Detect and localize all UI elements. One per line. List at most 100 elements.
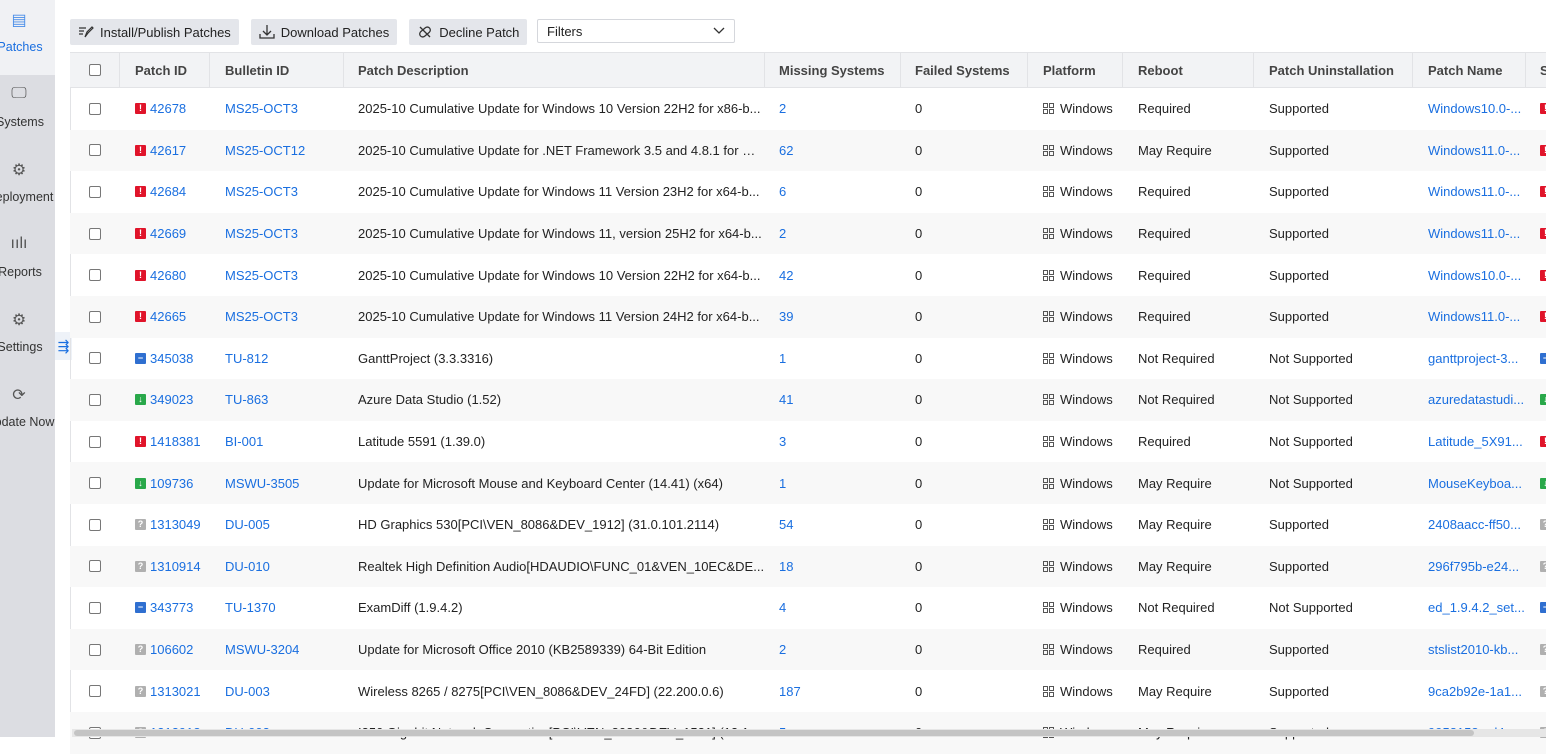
table-row[interactable]: −345038 TU-812 GanttProject (3.3.3316) 1 0 Wi…: [70, 338, 1546, 380]
patch-id-link[interactable]: 42669: [150, 226, 186, 241]
sidebar-item-deployment[interactable]: ⚙ Deployment: [0, 150, 55, 225]
bulletin-id-link[interactable]: MS25-OCT3: [225, 268, 298, 283]
missing-systems-link[interactable]: 62: [779, 143, 793, 158]
table-row[interactable]: ! 42617 MS25-OCT12 2025-10 Cumulative Updat…: [70, 129, 1546, 172]
column-header[interactable]: Bulletin ID: [210, 53, 344, 87]
bulletin-id-link[interactable]: MSWU-3505: [225, 476, 299, 491]
patch-name-link[interactable]: Windows10.0-...: [1428, 268, 1521, 283]
patch-name-link[interactable]: Windows10.0-...: [1428, 101, 1521, 116]
table-row[interactable]: ? 1313049 DU-005 HD Graphics 530[PCI\VEN_80…: [70, 504, 1546, 546]
sidebar-item-patches[interactable]: ▤ Patches: [0, 0, 55, 75]
row-checkbox[interactable]: [89, 185, 101, 198]
patch-id-link[interactable]: 42617: [150, 143, 186, 158]
install-publish-button[interactable]: Install/Publish Patches: [70, 19, 239, 45]
horizontal-scrollbar[interactable]: [72, 729, 1546, 737]
bulletin-id-link[interactable]: MS25-OCT3: [225, 309, 298, 324]
patch-id-link[interactable]: 1418381: [150, 434, 201, 449]
bulletin-id-link[interactable]: TU-863: [225, 392, 268, 407]
table-row[interactable]: ! 42665 MS25-OCT3 2025-10 Cumulative Update…: [70, 295, 1546, 338]
column-header[interactable]: Platform: [1028, 53, 1123, 87]
missing-systems-link[interactable]: 6: [779, 184, 786, 199]
missing-systems-link[interactable]: 54: [779, 517, 793, 532]
missing-systems-link[interactable]: 187: [779, 684, 801, 699]
missing-systems-link[interactable]: 1: [779, 476, 786, 491]
bulletin-id-link[interactable]: TU-1370: [225, 600, 276, 615]
patch-name-link[interactable]: 9ca2b92e-1a1...: [1428, 684, 1522, 699]
table-row[interactable]: ? 1313021 DU-003 Wireless 8265 / 8275[PCI\V…: [70, 670, 1546, 712]
missing-systems-link[interactable]: 18: [779, 559, 793, 574]
sidebar-item-update-now[interactable]: ⟳ Update Now: [0, 375, 55, 450]
patch-id-link[interactable]: 109736: [150, 476, 193, 491]
bulletin-id-link[interactable]: TU-812: [225, 351, 268, 366]
missing-systems-link[interactable]: 41: [779, 392, 793, 407]
column-header[interactable]: Reboot: [1123, 53, 1254, 87]
column-header[interactable]: Failed Systems: [901, 53, 1028, 87]
row-checkbox[interactable]: [89, 269, 101, 282]
row-checkbox[interactable]: [89, 518, 101, 531]
patch-id-link[interactable]: 106602: [150, 642, 193, 657]
table-row[interactable]: ! 42669 MS25-OCT3 2025-10 Cumulative Update…: [70, 212, 1546, 255]
patch-id-link[interactable]: 42680: [150, 268, 186, 283]
bulletin-id-link[interactable]: MS25-OCT3: [225, 226, 298, 241]
table-row[interactable]: ? 106602 MSWU-3204 Update for Microsoft Off…: [70, 628, 1546, 671]
patch-name-link[interactable]: Latitude_5X91...: [1428, 434, 1523, 449]
patch-name-link[interactable]: Windows11.0-...: [1428, 143, 1520, 158]
sidebar-item-systems[interactable]: 🖵 Systems: [0, 75, 55, 150]
table-row[interactable]: ! 42680 MS25-OCT3 2025-10 Cumulative Update…: [70, 254, 1546, 296]
decline-patch-button[interactable]: Decline Patch: [409, 19, 528, 45]
missing-systems-link[interactable]: 2: [779, 226, 786, 241]
column-header[interactable]: S: [1526, 53, 1546, 87]
bulletin-id-link[interactable]: MS25-OCT12: [225, 143, 305, 158]
table-row[interactable]: −343773 TU-1370 ExamDiff (1.9.4.2) 4 0 Window…: [70, 587, 1546, 629]
download-patches-button[interactable]: Download Patches: [250, 19, 398, 45]
patch-id-link[interactable]: 1313049: [150, 517, 201, 532]
column-header[interactable]: Patch Name: [1413, 53, 1526, 87]
bulletin-id-link[interactable]: MS25-OCT3: [225, 101, 298, 116]
table-row[interactable]: ? 1310914 DU-010 Realtek High Definition Au…: [70, 545, 1546, 588]
table-row[interactable]: ↓ 349023 TU-863 Azure Data Studio (1.52) 41 0…: [70, 379, 1546, 421]
bulletin-id-link[interactable]: DU-003: [225, 684, 270, 699]
patch-id-link[interactable]: 1313021: [150, 684, 201, 699]
missing-systems-link[interactable]: 2: [779, 101, 786, 116]
patch-id-link[interactable]: 345038: [150, 351, 193, 366]
row-checkbox[interactable]: [89, 560, 101, 573]
patch-name-link[interactable]: Windows11.0-...: [1428, 184, 1520, 199]
missing-systems-link[interactable]: 39: [779, 309, 793, 324]
patch-id-link[interactable]: 349023: [150, 392, 193, 407]
missing-systems-link[interactable]: 42: [779, 268, 793, 283]
patch-name-link[interactable]: 2408aacc-ff50...: [1428, 517, 1521, 532]
bulletin-id-link[interactable]: BI-001: [225, 434, 263, 449]
scrollbar-thumb[interactable]: [74, 730, 1474, 736]
patch-name-link[interactable]: 296f795b-e24...: [1428, 559, 1519, 574]
table-row[interactable]: ! 42678 MS25-OCT3 2025-10 Cumulative Update…: [70, 88, 1546, 130]
column-header[interactable]: Patch ID: [120, 53, 210, 87]
row-checkbox[interactable]: [89, 352, 101, 365]
table-row[interactable]: ! 1418381 BI-001 Latitude 5591 (1.39.0) 3 0 Wi…: [70, 421, 1546, 463]
patch-name-link[interactable]: stslist2010-kb...: [1428, 642, 1518, 657]
patch-name-link[interactable]: ganttproject-3...: [1428, 351, 1518, 366]
patch-id-link[interactable]: 42665: [150, 309, 186, 324]
row-checkbox[interactable]: [89, 102, 101, 115]
patch-id-link[interactable]: 42678: [150, 101, 186, 116]
bulletin-id-link[interactable]: MS25-OCT3: [225, 184, 298, 199]
sidebar-item-reports[interactable]: ıılı Reports: [0, 225, 55, 300]
row-checkbox[interactable]: [89, 643, 101, 656]
column-header[interactable]: Patch Description: [344, 53, 765, 87]
table-row[interactable]: ! 42684 MS25-OCT3 2025-10 Cumulative Update…: [70, 171, 1546, 213]
patch-id-link[interactable]: 1310914: [150, 559, 201, 574]
bulletin-id-link[interactable]: MSWU-3204: [225, 642, 299, 657]
missing-systems-link[interactable]: 1: [779, 351, 786, 366]
row-checkbox[interactable]: [89, 601, 101, 614]
patch-id-link[interactable]: 343773: [150, 600, 193, 615]
row-checkbox[interactable]: [89, 144, 101, 157]
missing-systems-link[interactable]: 2: [779, 642, 786, 657]
bulletin-id-link[interactable]: DU-010: [225, 559, 270, 574]
patch-name-link[interactable]: azuredatastudi...: [1428, 392, 1524, 407]
row-checkbox[interactable]: [89, 310, 101, 323]
bulletin-id-link[interactable]: DU-005: [225, 517, 270, 532]
column-header[interactable]: Patch Uninstallation: [1254, 53, 1413, 87]
column-header[interactable]: Missing Systems: [765, 53, 901, 87]
patch-name-link[interactable]: ed_1.9.4.2_set...: [1428, 600, 1525, 615]
table-row[interactable]: ↓ 109736 MSWU-3505 Update for Microsoft Mou…: [70, 462, 1546, 504]
row-checkbox[interactable]: [89, 227, 101, 240]
